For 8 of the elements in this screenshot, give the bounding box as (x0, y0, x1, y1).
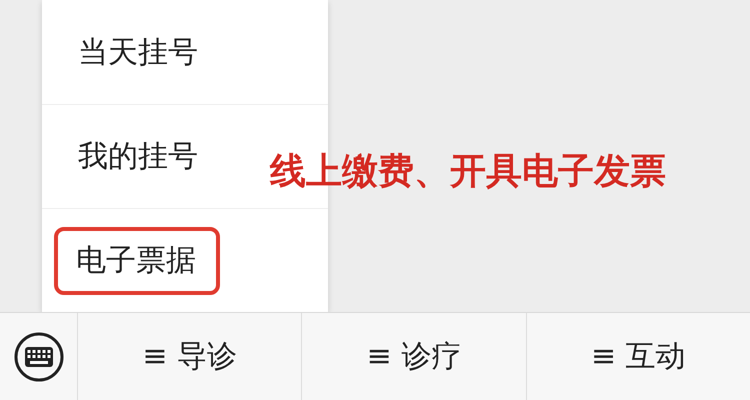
annotation-text: 线上缴费、开具电子发票 (270, 150, 666, 194)
menu-bar-tab[interactable]: ≡ 互动 (526, 313, 750, 400)
keyboard-icon[interactable] (12, 330, 64, 382)
menu-item[interactable]: 当天挂号 (54, 18, 222, 86)
menu-item[interactable]: 电子票据 (54, 226, 220, 294)
menu-item[interactable]: 我的挂号 (54, 122, 222, 190)
menu-bar-tab[interactable]: ≡ 诊疗 (302, 313, 527, 400)
menu-bar-tab[interactable]: ≡ 导诊 (78, 313, 302, 400)
